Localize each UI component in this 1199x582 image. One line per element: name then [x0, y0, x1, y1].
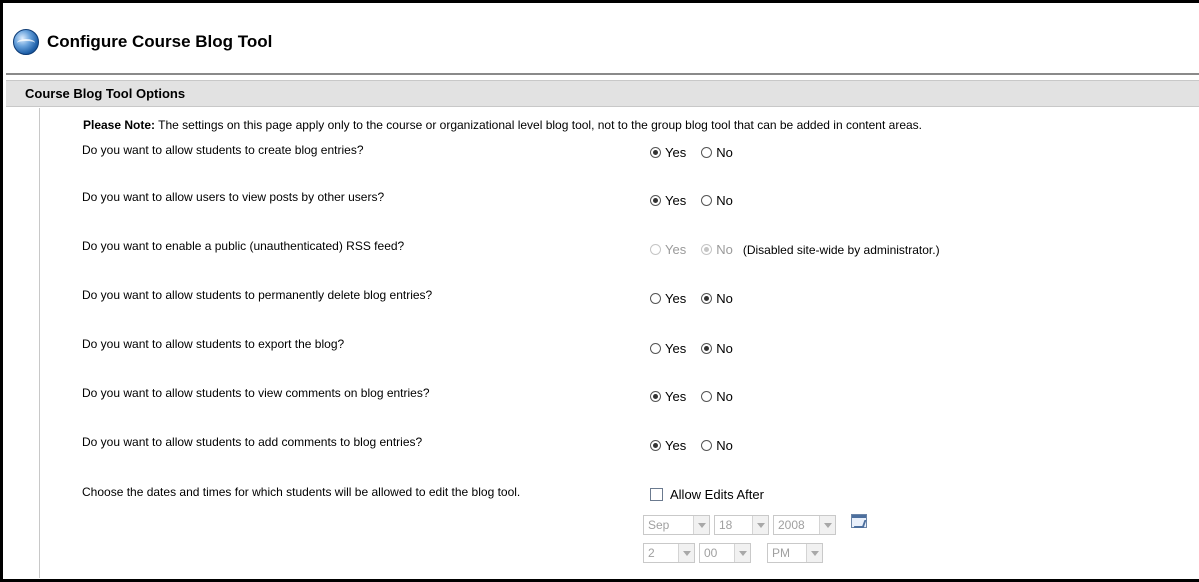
time-selects: 2 00 PM — [643, 543, 827, 563]
radio-yes — [650, 244, 661, 255]
calendar-icon[interactable] — [851, 514, 867, 528]
radio-no[interactable] — [701, 147, 713, 158]
month-value: Sep — [648, 518, 670, 532]
ampm-select[interactable]: PM — [767, 543, 823, 563]
options-create-entries: Yes No — [650, 145, 748, 160]
question-delete-entries: Do you want to allow students to permane… — [82, 288, 433, 302]
options-rss-feed: Yes No (Disabled site-wide by administra… — [650, 242, 940, 257]
minute-select[interactable]: 00 — [699, 543, 751, 563]
question-export-blog: Do you want to allow students to export … — [82, 337, 345, 351]
radio-no-label: No — [716, 242, 733, 257]
radio-no-label: No — [716, 438, 733, 453]
allow-edits-checkbox[interactable] — [650, 488, 663, 501]
radio-yes[interactable] — [650, 440, 661, 451]
radio-yes[interactable] — [650, 343, 661, 354]
allow-edits-row: Allow Edits After — [650, 487, 764, 502]
radio-no-label: No — [716, 341, 733, 356]
year-select[interactable]: 2008 — [773, 515, 836, 535]
allow-edits-label: Allow Edits After — [670, 487, 764, 502]
note-text: The settings on this page apply only to … — [155, 118, 922, 132]
radio-yes-label: Yes — [665, 389, 687, 404]
date-selects: Sep 18 2008 — [643, 515, 840, 535]
options-export-blog: Yes No — [650, 341, 748, 356]
hour-select[interactable]: 2 — [643, 543, 695, 563]
day-select[interactable]: 18 — [714, 515, 769, 535]
chevron-down-icon — [734, 544, 750, 562]
day-value: 18 — [719, 518, 733, 532]
section-header: Course Blog Tool Options — [6, 80, 1199, 107]
minute-value: 00 — [704, 546, 718, 560]
chevron-down-icon — [806, 544, 822, 562]
radio-no-label: No — [716, 389, 733, 404]
question-create-entries: Do you want to allow students to create … — [82, 143, 364, 157]
options-add-comments: Yes No — [650, 438, 748, 453]
month-select[interactable]: Sep — [643, 515, 710, 535]
radio-yes[interactable] — [650, 293, 661, 304]
radio-no[interactable] — [701, 440, 713, 451]
radio-yes[interactable] — [650, 195, 661, 206]
radio-no[interactable] — [701, 391, 713, 402]
year-value: 2008 — [778, 518, 805, 532]
radio-yes[interactable] — [650, 391, 661, 402]
radio-no[interactable] — [701, 195, 713, 206]
section-left-rule — [39, 108, 40, 578]
chevron-down-icon — [693, 516, 709, 534]
radio-no[interactable] — [701, 343, 713, 354]
radio-yes-label: Yes — [665, 341, 687, 356]
radio-yes[interactable] — [650, 147, 661, 158]
globe-icon — [13, 29, 39, 55]
radio-no[interactable] — [701, 293, 713, 304]
radio-no-label: No — [716, 291, 733, 306]
question-view-posts: Do you want to allow users to view posts… — [82, 190, 385, 204]
options-view-comments: Yes No — [650, 389, 748, 404]
question-edit-dates: Choose the dates and times for which stu… — [82, 485, 521, 499]
title-divider — [6, 73, 1199, 75]
chevron-down-icon — [819, 516, 835, 534]
chevron-down-icon — [678, 544, 694, 562]
chevron-down-icon — [752, 516, 768, 534]
radio-yes-label: Yes — [665, 291, 687, 306]
page-title: Configure Course Blog Tool — [47, 32, 273, 51]
radio-yes-label: Yes — [665, 438, 687, 453]
radio-no-label: No — [716, 145, 733, 160]
question-view-comments: Do you want to allow students to view co… — [82, 386, 430, 400]
options-view-posts: Yes No — [650, 193, 748, 208]
radio-no — [701, 244, 713, 255]
radio-yes-label: Yes — [665, 193, 687, 208]
question-add-comments: Do you want to allow students to add com… — [82, 435, 423, 449]
disabled-note: (Disabled site-wide by administrator.) — [742, 242, 940, 257]
ampm-value: PM — [772, 546, 790, 560]
radio-no-label: No — [716, 193, 733, 208]
radio-yes-label: Yes — [665, 145, 687, 160]
title-bar: Configure Course Blog Tool — [9, 25, 272, 59]
question-rss-feed: Do you want to enable a public (unauthen… — [82, 239, 405, 253]
radio-yes-label: Yes — [665, 242, 687, 257]
hour-value: 2 — [648, 546, 655, 560]
note-label: Please Note: — [83, 118, 156, 132]
page-frame: Configure Course Blog Tool Course Blog T… — [0, 0, 1199, 582]
please-note: Please Note: The settings on this page a… — [83, 118, 922, 132]
options-delete-entries: Yes No — [650, 291, 748, 306]
